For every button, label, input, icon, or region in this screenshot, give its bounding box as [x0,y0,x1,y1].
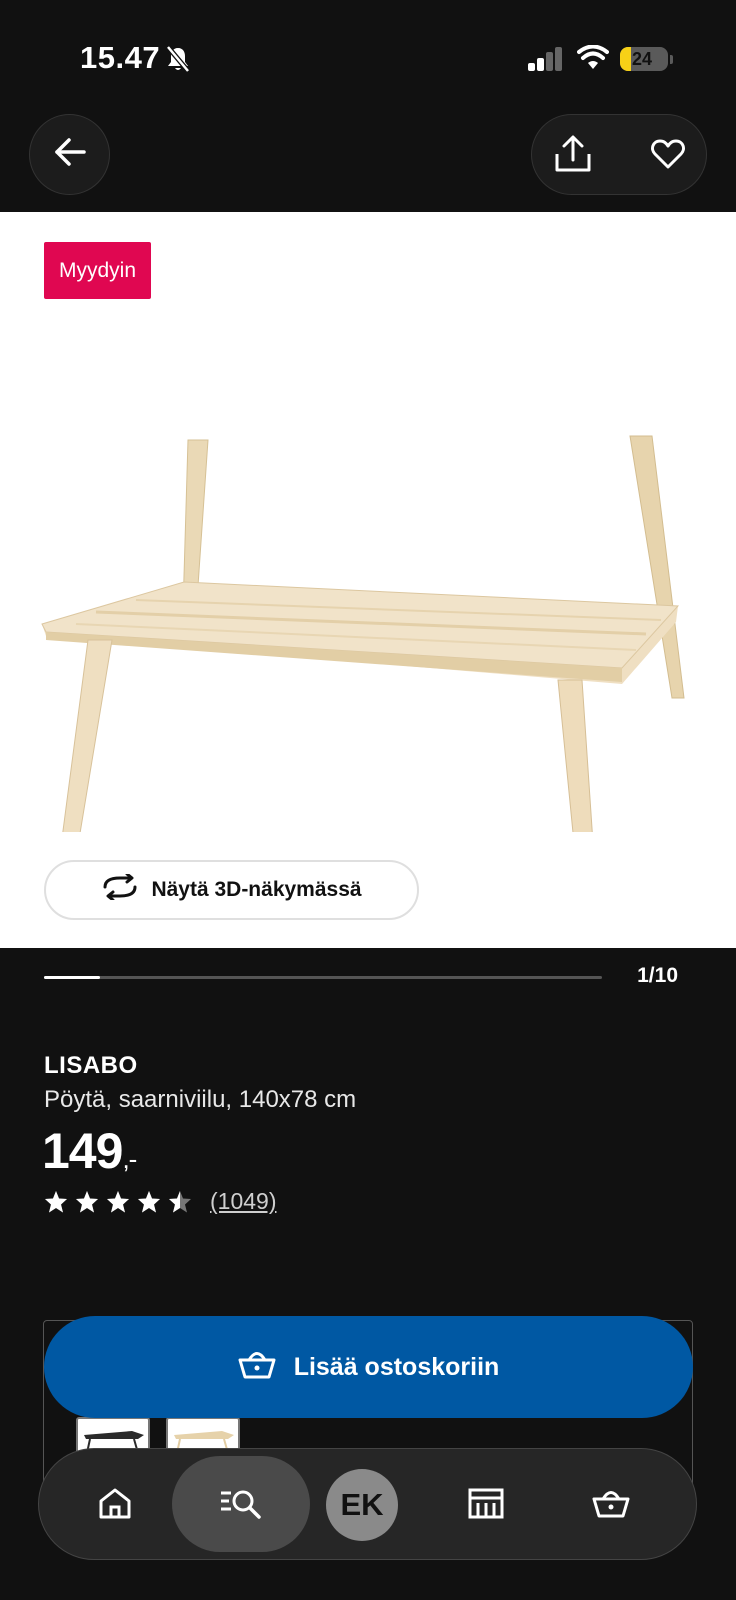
review-count-link[interactable]: (1049) [210,1188,276,1215]
signal-icon [528,47,564,76]
wifi-icon [577,44,609,76]
header-actions [531,114,707,195]
star-icon [138,1190,160,1212]
product-rating[interactable]: (1049) [44,1188,276,1215]
battery-level: 24 [631,49,653,69]
heart-icon [651,138,685,175]
bestseller-badge: Myydyin [44,242,152,299]
product-image [41,435,685,832]
back-button[interactable] [29,114,110,195]
gallery-progress-fill [44,976,100,979]
nav-search[interactable] [172,1449,310,1561]
status-time: 15.47 [80,40,161,75]
price-value: 149 [42,1123,123,1179]
view-3d-button[interactable]: Näytä 3D-näkymässä [44,860,419,920]
nav-profile[interactable]: EK [324,1449,400,1561]
nav-store[interactable] [444,1449,528,1561]
status-bar: 15.47 24 [0,0,736,110]
product-description: Pöytä, saarniviilu, 140x78 cm [44,1086,357,1113]
battery-icon: 24 [620,47,668,71]
rotate-3d-icon [101,872,139,906]
star-icon [45,1190,67,1212]
product-price: 149,- [42,1122,137,1180]
nav-basket[interactable] [569,1449,653,1561]
bottom-navigation: EK [38,1448,697,1560]
star-icon [76,1190,98,1212]
view-3d-label: Näytä 3D-näkymässä [151,878,362,901]
basket-icon [238,1348,276,1387]
gallery-progress [44,976,602,979]
add-to-cart-button[interactable]: Lisää ostoskoriin [44,1316,693,1418]
rating-stars [44,1190,192,1214]
star-icon [107,1190,129,1212]
add-to-cart-label: Lisää ostoskoriin [293,1352,500,1381]
search-icon [219,1487,263,1524]
nav-home[interactable] [79,1449,151,1561]
avatar: EK [326,1469,398,1541]
gallery-counter: 1/10 [637,964,678,987]
basket-icon [592,1487,630,1524]
price-suffix: ,- [122,1144,137,1174]
product-gallery[interactable]: Myydyin Näytä 3D-näkymässä [0,212,736,948]
arrow-left-icon [53,137,87,172]
battery-tip [670,55,673,64]
star-icon [169,1190,191,1212]
bell-slash-icon [165,45,191,78]
store-icon [467,1487,505,1524]
home-icon [98,1487,132,1524]
product-name: LISABO [44,1052,138,1079]
favorite-button[interactable] [645,133,691,179]
share-icon [553,134,593,179]
share-button[interactable] [550,133,596,179]
header [0,110,736,212]
